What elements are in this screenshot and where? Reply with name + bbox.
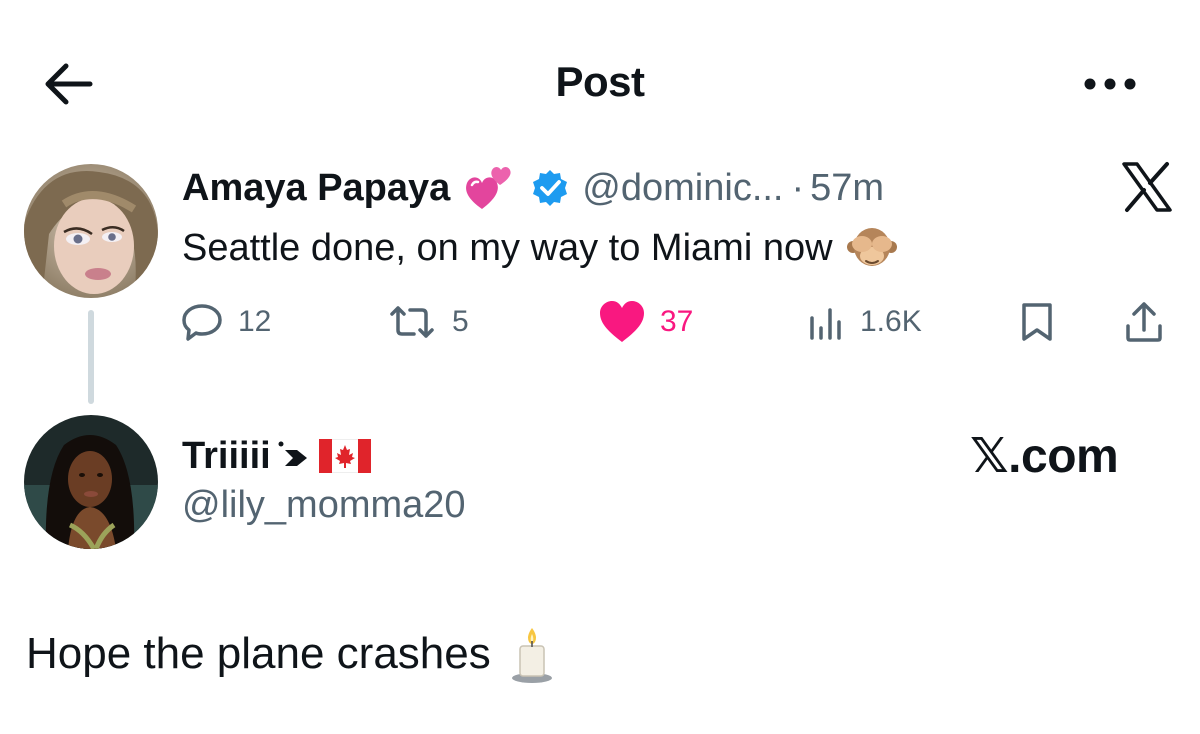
- author-display-name[interactable]: Amaya Papaya: [182, 167, 450, 210]
- see-no-evil-monkey-emoji-icon: [846, 228, 897, 266]
- views-count: 1.6K: [860, 305, 922, 338]
- page-title: Post: [555, 58, 645, 105]
- avatar-triiiii[interactable]: [24, 415, 158, 549]
- share-button[interactable]: [1122, 296, 1166, 348]
- back-button[interactable]: [40, 58, 96, 110]
- repost-count: 5: [452, 305, 469, 338]
- bookmark-icon: [1022, 303, 1052, 341]
- like-button[interactable]: 37: [598, 296, 693, 348]
- reply-author-handle[interactable]: @lily_momma20: [182, 484, 466, 527]
- reply-author-display-name[interactable]: Triiiii: [182, 435, 271, 478]
- dot-and-right-arrow-emoji-icon: [278, 441, 307, 466]
- reply-icon: [182, 304, 222, 341]
- canada-flag-emoji-icon: [318, 439, 371, 473]
- reply-button[interactable]: 12: [180, 296, 271, 348]
- reply-author-row: Triiiii: [182, 428, 371, 484]
- arrow-left-icon: [45, 63, 93, 105]
- repost-button[interactable]: 5: [386, 296, 469, 348]
- author-handle[interactable]: @dominic...: [582, 167, 783, 210]
- more-horizontal-icon: [1084, 78, 1136, 90]
- views-button[interactable]: 1.6K: [806, 296, 922, 348]
- candle-emoji-icon: [511, 628, 552, 683]
- post-timestamp[interactable]: 57m: [810, 167, 884, 210]
- reply-body: Hope the plane crashes: [26, 629, 491, 678]
- thread-connector-line: [88, 310, 94, 404]
- verified-badge-icon: [533, 170, 568, 206]
- post-author-row: Amaya Papaya @dominic... · 57m: [182, 160, 884, 216]
- post-body: Seattle done, on my way to Miami now: [182, 226, 833, 269]
- like-count: 37: [660, 305, 694, 338]
- meta-separator: ·: [791, 166, 805, 209]
- x-com-watermark: 𝕏.com: [970, 426, 1119, 486]
- post-text: Seattle done, on my way to Miami now: [182, 222, 897, 274]
- share-upload-icon: [1126, 302, 1162, 342]
- x-logo-icon: [1122, 162, 1172, 212]
- two-hearts-emoji-icon: [466, 167, 511, 209]
- repost-icon: [390, 306, 434, 338]
- more-options-button[interactable]: [1078, 64, 1142, 104]
- reply-count: 12: [238, 305, 272, 338]
- watermark-text: 𝕏.com: [970, 430, 1119, 483]
- bookmark-button[interactable]: [1016, 296, 1058, 348]
- reply-text: Hope the plane crashes: [26, 624, 555, 684]
- heart-filled-icon: [600, 301, 644, 342]
- analytics-bars-icon: [810, 308, 841, 340]
- avatar-amaya[interactable]: [24, 164, 158, 298]
